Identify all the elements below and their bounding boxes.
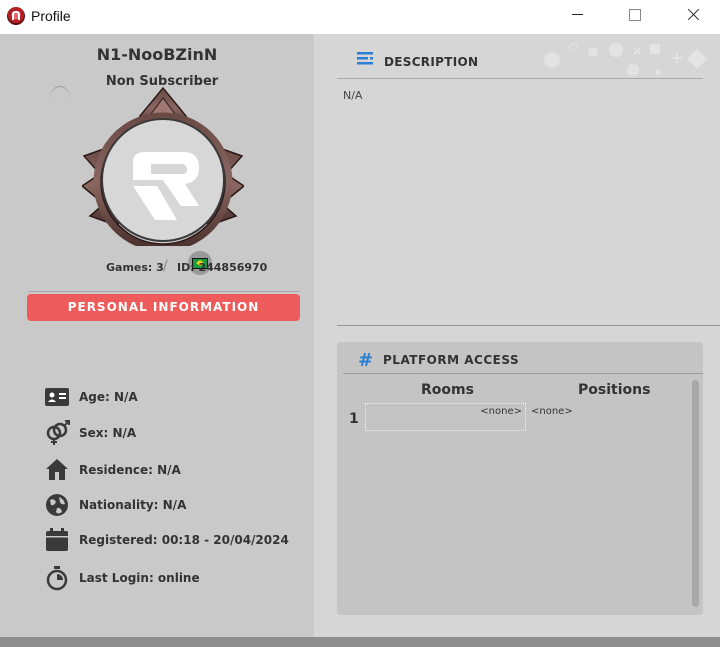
maximize-button[interactable] — [606, 0, 662, 30]
default-avatar-logo-icon — [133, 152, 199, 220]
meta-separator: / — [163, 258, 168, 274]
sex-text: Sex: N/A — [79, 426, 137, 440]
avatar — [101, 118, 225, 242]
close-button[interactable] — [662, 0, 718, 30]
id-card-icon — [45, 388, 69, 406]
room-cell[interactable]: <none> — [365, 403, 526, 431]
games-count: Games: 3 — [106, 261, 164, 274]
description-text: N/A — [343, 89, 363, 102]
minimize-button[interactable] — [550, 0, 606, 30]
footer-bar — [0, 637, 720, 647]
description-bottom-divider — [337, 325, 720, 326]
row-index: 1 — [349, 411, 359, 427]
description-divider — [337, 78, 703, 79]
title-bar: Profile — [0, 0, 720, 34]
calendar-icon — [46, 528, 68, 551]
scrollbar[interactable] — [692, 380, 699, 607]
user-id: ID: 244856970 — [177, 261, 268, 274]
globe-icon — [46, 494, 68, 516]
window-title: Profile — [31, 8, 71, 24]
age-text: Age: N/A — [79, 390, 138, 404]
platform-access-title: PLATFORM ACCESS — [383, 353, 520, 367]
position-value: <none> — [531, 406, 573, 417]
house-icon — [46, 459, 68, 480]
personal-information-button[interactable]: PERSONAL INFORMATION — [27, 294, 300, 321]
residence-text: Residence: N/A — [79, 463, 181, 477]
room-value: <none> — [480, 406, 522, 417]
platform-divider — [343, 373, 703, 374]
profile-name: N1-NooBZinN — [96, 45, 218, 64]
stopwatch-icon — [46, 566, 68, 591]
app-logo-icon — [7, 7, 25, 25]
description-list-icon — [357, 52, 373, 65]
decorative-shapes-icon — [544, 42, 707, 76]
registered-text: Registered: 00:18 - 20/04/2024 — [79, 533, 289, 547]
nationality-text: Nationality: N/A — [79, 498, 187, 512]
divider — [28, 291, 300, 292]
gender-icon — [46, 420, 70, 445]
description-title: DESCRIPTION — [384, 55, 479, 69]
hash-icon: # — [358, 350, 374, 371]
last-login-text: Last Login: online — [79, 571, 200, 585]
rooms-column-header: Rooms — [421, 382, 474, 398]
positions-column-header: Positions — [578, 382, 651, 398]
